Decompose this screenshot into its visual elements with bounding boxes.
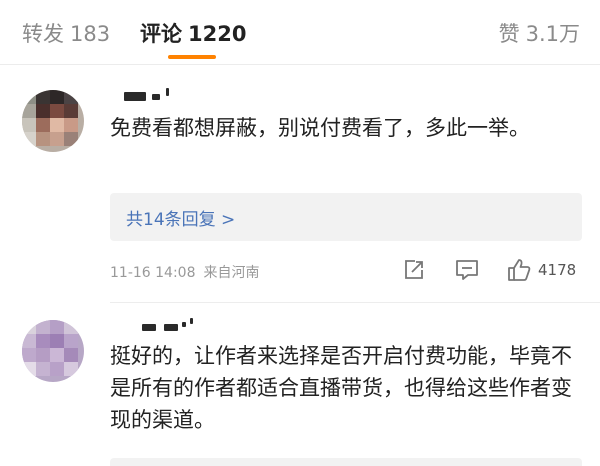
comment-tabs: 转发 183 评论 1220 赞 3.1万 <box>0 0 600 64</box>
replies-box[interactable] <box>110 458 582 466</box>
share-icon <box>405 260 423 279</box>
like-count: 4178 <box>538 261 577 279</box>
username-redaction <box>190 318 193 324</box>
comment-time: 11-16 14:08 <box>110 265 196 281</box>
comment-icon <box>456 260 478 280</box>
view-replies-link[interactable]: 共14条回复 > <box>126 205 235 230</box>
tab-comments-label: 评论 <box>140 22 182 46</box>
avatar[interactable] <box>22 90 84 152</box>
comment-meta: 11-16 14:08 来自河南 <box>110 262 259 282</box>
tab-likes-count: 3.1万 <box>525 22 580 46</box>
username-redaction <box>142 324 156 331</box>
active-tab-indicator <box>168 55 216 59</box>
replies-box[interactable]: 共14条回复 > <box>110 193 582 241</box>
comment-text: 挺好的，让作者来选择是否开启付费功能，毕竟不是所有的作者都适合直播带货，也得给这… <box>110 344 572 432</box>
tab-likes-label: 赞 <box>498 22 520 46</box>
share-button[interactable] <box>402 256 426 284</box>
avatar[interactable] <box>22 320 84 382</box>
username-redaction <box>182 322 186 327</box>
username-redaction <box>166 88 169 96</box>
tab-repost-label: 转发 <box>22 22 64 46</box>
like-button[interactable]: 4178 <box>506 256 576 284</box>
tab-repost-count: 183 <box>70 22 111 46</box>
tab-comments[interactable]: 评论 1220 <box>140 18 246 48</box>
comment-text: 免费看都想屏蔽，别说付费看了，多此一举。 <box>110 116 530 140</box>
tab-comments-count: 1220 <box>188 22 247 46</box>
username-redaction <box>164 324 178 331</box>
username-redaction <box>152 94 160 100</box>
username-redaction <box>124 92 146 101</box>
tab-repost[interactable]: 转发 183 <box>22 18 110 48</box>
tab-divider <box>0 64 600 65</box>
comment-separator <box>110 302 600 303</box>
tab-likes[interactable]: 赞 3.1万 <box>499 18 580 48</box>
comment-location: 来自河南 <box>203 265 260 281</box>
reply-button[interactable] <box>454 256 480 284</box>
like-icon <box>508 259 531 281</box>
